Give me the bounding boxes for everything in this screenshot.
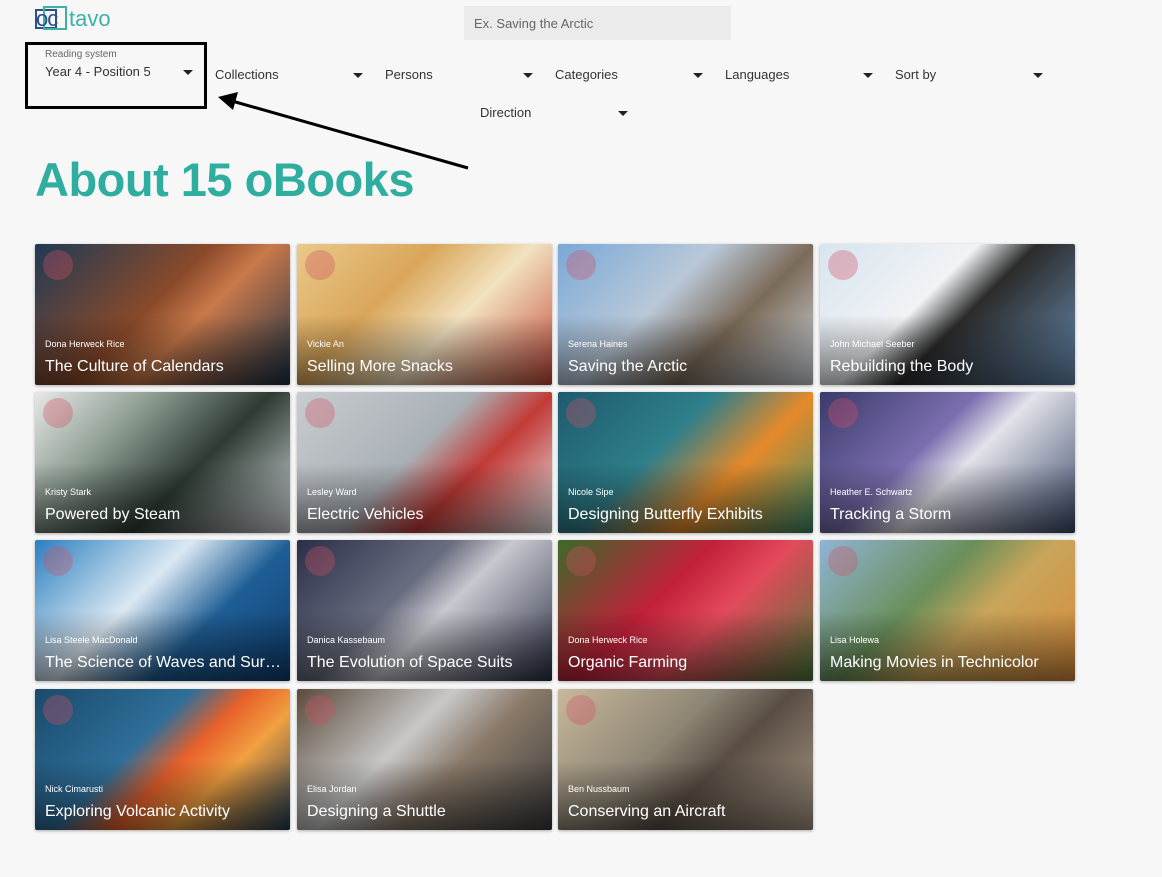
book-card[interactable]: Vickie An Selling More Snacks (297, 244, 552, 385)
book-card[interactable]: Nicole Sipe Designing Butterfly Exhibits (558, 392, 813, 533)
reading-level-badge-icon (828, 546, 858, 576)
reading-level-badge-icon (305, 398, 335, 428)
book-card[interactable]: Elisa Jordan Designing a Shuttle (297, 689, 552, 830)
book-card[interactable]: John Michael Seeber Rebuilding the Body (820, 244, 1075, 385)
book-title: Conserving an Aircraft (568, 803, 726, 820)
book-card[interactable]: Nick Cimarusti Exploring Volcanic Activit… (35, 689, 290, 830)
book-author: Dona Herweck Rice (45, 339, 125, 349)
book-author: Lesley Ward (307, 487, 357, 497)
book-card[interactable]: Danica Kassebaum The Evolution of Space S… (297, 540, 552, 681)
reading-level-badge-icon (305, 250, 335, 280)
book-author: John Michael Seeber (830, 339, 915, 349)
book-author: Lisa Steele MacDonald (45, 635, 138, 645)
book-author: Nick Cimarusti (45, 784, 104, 794)
reading-level-badge-icon (828, 250, 858, 280)
book-title: Selling More Snacks (307, 358, 453, 375)
reading-level-badge-icon (828, 398, 858, 428)
book-card[interactable]: Lisa Holewa Making Movies in Technicolor (820, 540, 1075, 681)
book-card[interactable]: Ben Nussbaum Conserving an Aircraft (558, 689, 813, 830)
reading-level-badge-icon (43, 398, 73, 428)
book-author: Nicole Sipe (568, 487, 614, 497)
book-author: Kristy Stark (45, 487, 92, 497)
book-card[interactable]: Dona Herweck Rice Organic Farming (558, 540, 813, 681)
book-title: Exploring Volcanic Activity (45, 803, 230, 820)
book-card[interactable]: Heather E. Schwartz Tracking a Storm (820, 392, 1075, 533)
book-card[interactable]: Kristy Stark Powered by Steam (35, 392, 290, 533)
reading-level-badge-icon (43, 695, 73, 725)
book-author: Vickie An (307, 339, 344, 349)
book-card[interactable]: Lesley Ward Electric Vehicles (297, 392, 552, 533)
book-title: Designing a Shuttle (307, 803, 446, 820)
book-author: Heather E. Schwartz (830, 487, 913, 497)
book-card[interactable]: Lisa Steele MacDonald The Science of Wave… (35, 540, 290, 681)
book-author: Danica Kassebaum (307, 635, 386, 645)
book-title: Tracking a Storm (830, 506, 952, 523)
book-author: Elisa Jordan (307, 784, 357, 794)
reading-level-badge-icon (566, 250, 596, 280)
reading-level-badge-icon (566, 695, 596, 725)
book-title: The Culture of Calendars (45, 358, 224, 375)
book-title: Electric Vehicles (307, 506, 424, 523)
book-title: Powered by Steam (45, 506, 181, 523)
book-card[interactable]: Dona Herweck Rice The Culture of Calendar… (35, 244, 290, 385)
book-card[interactable]: Serena Haines Saving the Arctic (558, 244, 813, 385)
book-author: Serena Haines (568, 339, 628, 349)
reading-level-badge-icon (305, 695, 335, 725)
book-title: Making Movies in Technicolor (830, 654, 1039, 671)
book-author: Dona Herweck Rice (568, 635, 648, 645)
results-heading: About 15 oBooks (35, 153, 414, 206)
book-title: Saving the Arctic (568, 358, 688, 375)
reading-level-badge-icon (43, 546, 73, 576)
book-title: Rebuilding the Body (830, 358, 974, 375)
book-title: Organic Farming (568, 654, 688, 671)
reading-level-badge-icon (43, 250, 73, 280)
reading-level-badge-icon (566, 398, 596, 428)
book-title: Designing Butterfly Exhibits (568, 506, 763, 523)
book-author: Lisa Holewa (830, 635, 880, 645)
book-title: The Evolution of Space Suits (307, 654, 513, 671)
book-title: The Science of Waves and Surfing (45, 654, 282, 671)
reading-level-badge-icon (566, 546, 596, 576)
book-author: Ben Nussbaum (568, 784, 630, 794)
reading-level-badge-icon (305, 546, 335, 576)
